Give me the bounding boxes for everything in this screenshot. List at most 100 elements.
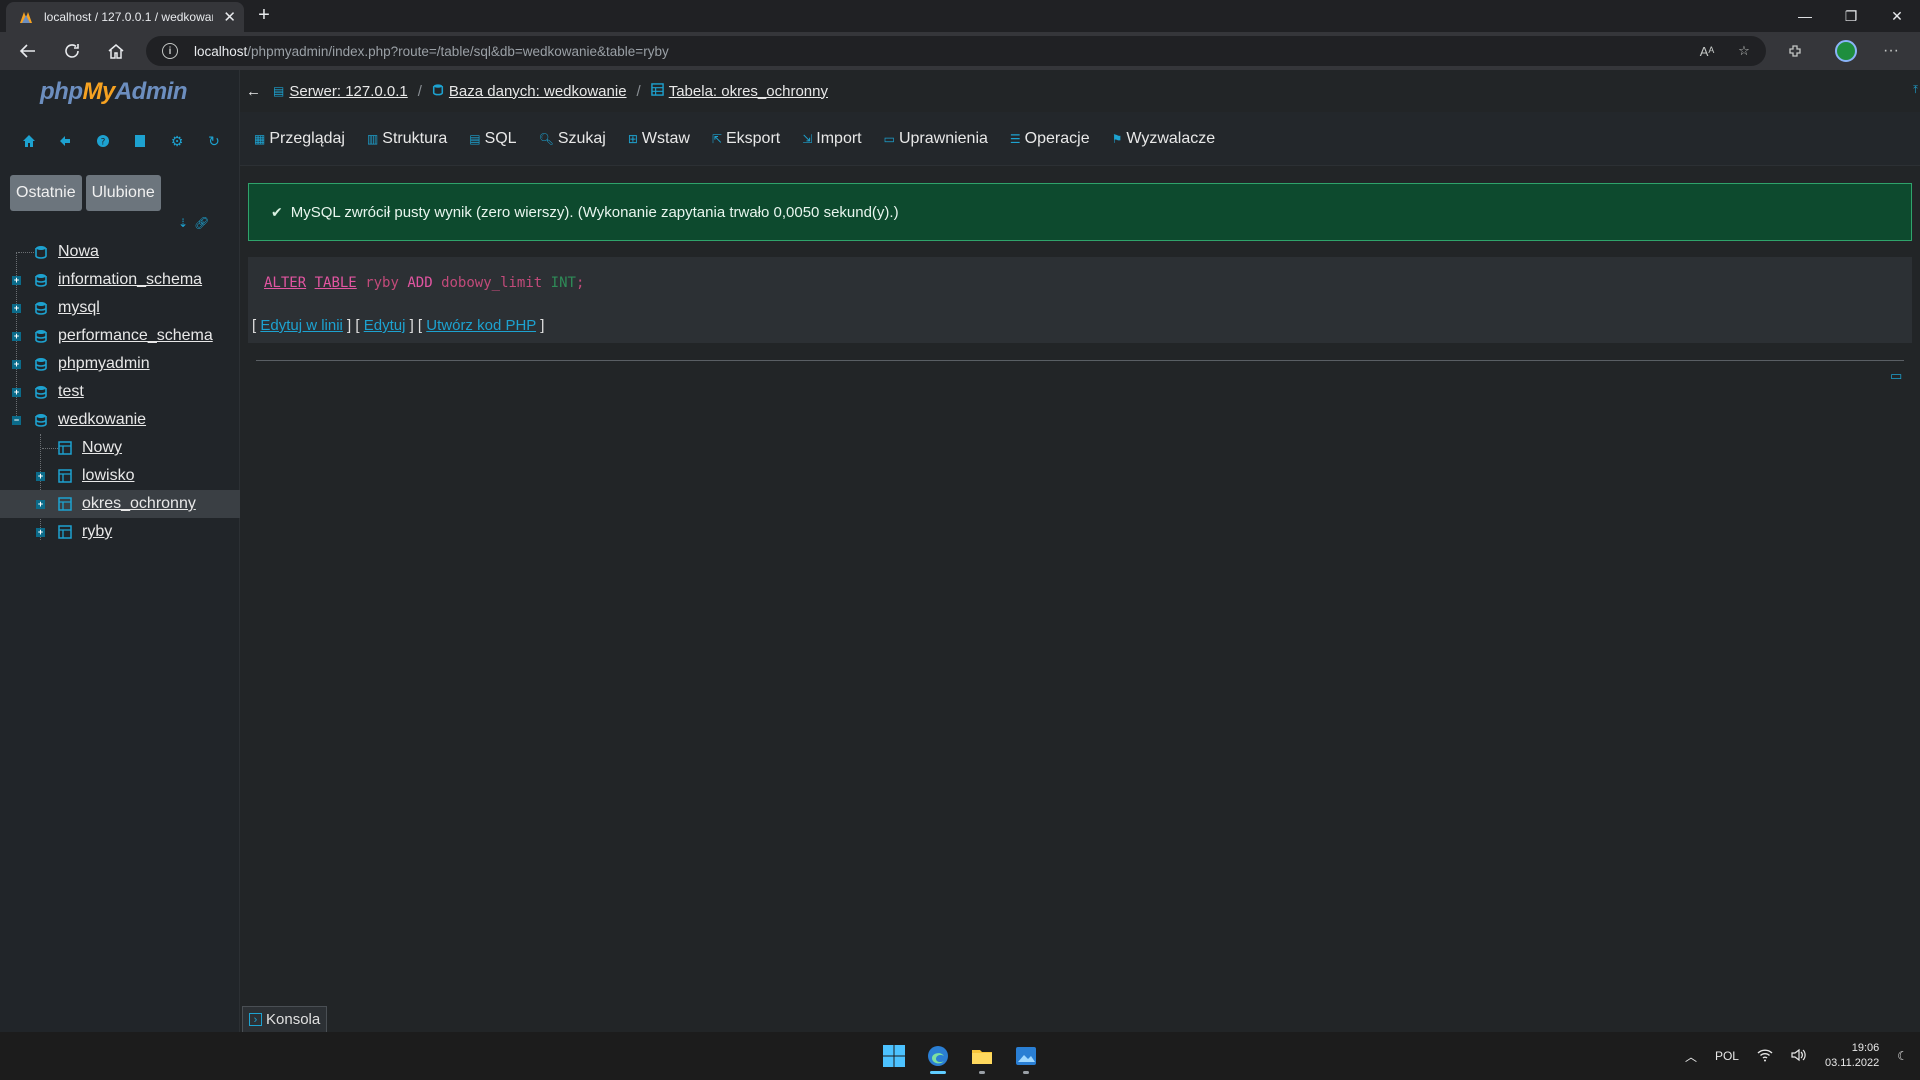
- expand-icon[interactable]: +: [36, 499, 45, 509]
- create-php-code-link[interactable]: Utwórz kod PHP: [426, 317, 536, 334]
- table-icon: [58, 469, 72, 483]
- expand-icon[interactable]: +: [12, 331, 21, 341]
- expand-icon[interactable]: +: [36, 471, 45, 481]
- tree-node-label[interactable]: wedkowanie: [58, 411, 146, 429]
- collapse-all-icon[interactable]: ⇣: [178, 216, 188, 230]
- expand-icon[interactable]: +: [36, 527, 45, 537]
- tree-node-label[interactable]: ryby: [82, 523, 112, 541]
- tree-node-database[interactable]: + phpmyadmin: [0, 350, 240, 378]
- breadcrumb-table[interactable]: Tabela: okres_ochronny: [650, 82, 828, 100]
- edge-browser-icon[interactable]: [922, 1040, 954, 1074]
- favorite-star-icon[interactable]: ☆: [1733, 40, 1755, 62]
- expand-icon[interactable]: +: [12, 303, 21, 313]
- read-aloud-icon[interactable]: Aᴬ: [1696, 40, 1718, 62]
- tab-search[interactable]: 🔍︎ Szukaj: [539, 130, 606, 148]
- expand-icon[interactable]: +: [12, 387, 21, 397]
- language-indicator[interactable]: POL: [1715, 1049, 1739, 1063]
- tab-close-icon[interactable]: ✕: [223, 10, 236, 25]
- tree-node-table[interactable]: + ryby: [0, 518, 240, 546]
- tree-node-new-database[interactable]: Nowa: [0, 238, 240, 266]
- tab-sql[interactable]: ▤ SQL: [469, 130, 516, 148]
- chevron-up-icon[interactable]: ︿: [1685, 1048, 1697, 1065]
- focus-moon-icon[interactable]: ☾: [1897, 1049, 1908, 1063]
- sql-keyword-table[interactable]: TABLE: [315, 275, 357, 291]
- tree-node-label[interactable]: Nowa: [58, 243, 99, 261]
- file-explorer-icon[interactable]: [966, 1040, 998, 1074]
- wifi-icon[interactable]: [1757, 1048, 1773, 1065]
- reload-navigation-icon[interactable]: ↻: [203, 130, 225, 152]
- home-icon[interactable]: [18, 130, 40, 152]
- breadcrumb-table-link[interactable]: Tabela: okres_ochronny: [669, 83, 828, 100]
- tab-privileges[interactable]: ▭ Uprawnienia: [884, 130, 988, 148]
- taskbar: ︿ POL 19:06 03.11.2022 ☾: [0, 1032, 1920, 1080]
- logout-icon[interactable]: [55, 130, 77, 152]
- help-icon[interactable]: ?: [92, 130, 114, 152]
- sql-actions: [ Edytuj w linii ] [ Edytuj ] [ Utwórz k…: [252, 317, 545, 334]
- tree-node-label[interactable]: test: [58, 383, 84, 401]
- volume-icon[interactable]: [1791, 1048, 1807, 1065]
- tree-node-database[interactable]: + information_schema: [0, 266, 240, 294]
- tab-operations[interactable]: ☰ Operacje: [1010, 130, 1090, 148]
- window-close-icon[interactable]: ✕: [1874, 0, 1920, 32]
- tree-node-database-expanded[interactable]: − wedkowanie: [0, 406, 240, 434]
- tree-node-new-table[interactable]: Nowy: [0, 434, 240, 462]
- back-icon[interactable]: [14, 39, 42, 63]
- tree-node-table-selected[interactable]: + okres_ochronny: [0, 490, 240, 518]
- tree-node-database[interactable]: + mysql: [0, 294, 240, 322]
- start-windows-icon[interactable]: [878, 1040, 910, 1072]
- documentation-icon[interactable]: [129, 130, 151, 152]
- site-info-icon[interactable]: i: [162, 43, 178, 59]
- tab-browse[interactable]: ▦ Przeglądaj: [254, 130, 345, 148]
- tree-node-table[interactable]: + lowisko: [0, 462, 240, 490]
- address-bar[interactable]: i localhost/phpmyadmin/index.php?route=/…: [146, 36, 1766, 66]
- console-toggle[interactable]: › Konsola: [242, 1006, 328, 1032]
- tab-structure[interactable]: ▥ Struktura: [367, 130, 447, 148]
- tab-insert[interactable]: ⊞ Wstaw: [628, 130, 690, 148]
- home-icon[interactable]: [102, 39, 130, 63]
- minimize-icon[interactable]: —: [1782, 0, 1828, 32]
- breadcrumb-database[interactable]: Baza danych: wedkowanie: [432, 83, 627, 100]
- inline-edit-link[interactable]: Edytuj w linii: [260, 317, 343, 334]
- tree-node-label[interactable]: lowisko: [82, 467, 134, 485]
- extensions-icon[interactable]: [1784, 40, 1806, 62]
- logo-my: My: [82, 78, 115, 105]
- tab-export[interactable]: ⇱ Eksport: [712, 130, 780, 148]
- tree-node-label[interactable]: performance_schema: [58, 327, 213, 345]
- tree-node-label[interactable]: phpmyadmin: [58, 355, 150, 373]
- print-icon[interactable]: ▭: [1890, 368, 1906, 384]
- reload-icon[interactable]: [58, 39, 86, 63]
- table-icon: [650, 82, 664, 100]
- tree-node-label[interactable]: okres_ochronny: [82, 495, 196, 513]
- more-menu-icon[interactable]: ···: [1880, 40, 1902, 62]
- clock[interactable]: 19:06 03.11.2022: [1825, 1041, 1879, 1071]
- favorite-tables-button[interactable]: Ulubione: [85, 175, 161, 211]
- breadcrumb-server[interactable]: ▤ Serwer: 127.0.0.1: [273, 83, 408, 100]
- collapse-icon[interactable]: −: [12, 415, 21, 425]
- link-with-main-icon[interactable]: 🔗︎: [194, 216, 209, 230]
- tab-triggers[interactable]: ⚑ Wyzwalacze: [1112, 130, 1216, 148]
- breadcrumb-database-link[interactable]: Baza danych: wedkowanie: [449, 83, 627, 100]
- new-tab-icon[interactable]: +: [252, 4, 276, 28]
- tree-node-database[interactable]: + test: [0, 378, 240, 406]
- tree-node-database[interactable]: + performance_schema: [0, 322, 240, 350]
- tab-import[interactable]: ⇲ Import: [802, 130, 861, 148]
- breadcrumb-server-link[interactable]: Serwer: 127.0.0.1: [289, 83, 407, 100]
- recent-tables-button[interactable]: Ostatnie: [10, 175, 82, 211]
- scroll-top-icon[interactable]: ⤒: [1913, 84, 1918, 97]
- phpmyadmin-logo[interactable]: phpMyAdmin: [40, 78, 188, 106]
- restore-icon[interactable]: ❐: [1828, 0, 1874, 32]
- browser-tab[interactable]: localhost / 127.0.0.1 / wedkowan ✕: [6, 2, 244, 32]
- sql-keyword-alter[interactable]: ALTER: [264, 275, 306, 291]
- tree-node-label[interactable]: information_schema: [58, 271, 202, 289]
- expand-icon[interactable]: +: [12, 359, 21, 369]
- sql-table-name: ryby: [365, 275, 399, 291]
- profile-avatar[interactable]: [1835, 40, 1857, 62]
- expand-icon[interactable]: +: [12, 275, 21, 285]
- photos-icon[interactable]: [1010, 1040, 1042, 1074]
- tree-node-label[interactable]: Nowy: [82, 439, 122, 457]
- tree-node-label[interactable]: mysql: [58, 299, 100, 317]
- url-path: /phpmyadmin/index.php?route=/table/sql&d…: [247, 43, 669, 59]
- edit-link[interactable]: Edytuj: [364, 317, 406, 334]
- settings-gear-icon[interactable]: ⚙: [166, 130, 188, 152]
- collapse-navigation-icon[interactable]: ←: [246, 83, 261, 100]
